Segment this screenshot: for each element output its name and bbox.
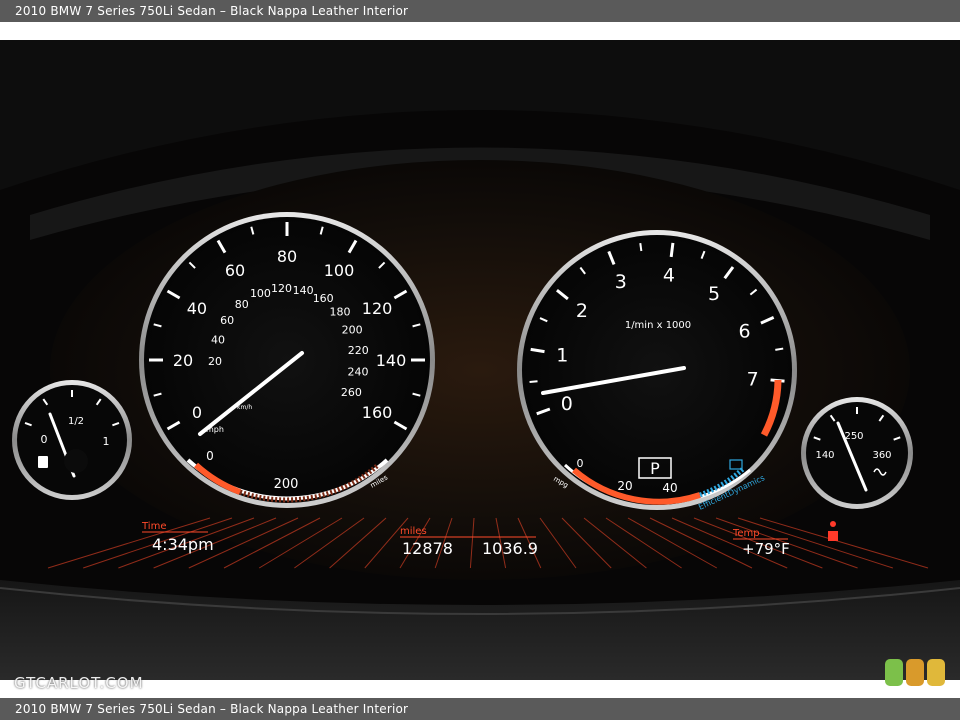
fuel-pump-icon — [38, 456, 48, 468]
trip-value: 1036.9 — [482, 539, 538, 558]
fuel-label-empty: 0 — [41, 433, 48, 446]
kmh-label: 100 — [250, 287, 271, 300]
mph-label: 0 — [192, 403, 202, 422]
mpg-label-20: 20 — [617, 479, 632, 493]
tach-label: 0 — [561, 393, 573, 415]
tach-label: 7 — [747, 368, 759, 390]
tach-label: 4 — [663, 265, 675, 287]
fuel-label-half: 1/2 — [68, 416, 84, 427]
time-value: 4:34pm — [152, 535, 214, 554]
time-label: Time — [141, 521, 166, 532]
tach-label: 3 — [615, 271, 627, 293]
kmh-label: 140 — [293, 284, 314, 297]
rating-badge — [885, 659, 945, 689]
kmh-label: 200 — [342, 323, 363, 336]
mph-label: 100 — [324, 261, 355, 280]
kmh-label: 160 — [313, 292, 334, 305]
kmh-label: 180 — [330, 305, 351, 318]
watermark-logo: GTCARLOT.COM — [14, 674, 144, 692]
range-label-200: 200 — [274, 477, 299, 492]
kmh-label: 80 — [235, 298, 249, 311]
rating-light-yellow — [927, 659, 945, 686]
speedometer: 020406080100120140160 20406080100 120 1401… — [139, 212, 435, 508]
temp-label: Temp — [732, 528, 760, 539]
tach-tick — [775, 347, 784, 351]
instrument-cluster-photo: 0 20 40 60 80 100 120 140 160 20 40 60 80 100 120 140 1… — [0, 40, 960, 680]
kmh-label: 60 — [220, 314, 234, 327]
mph-label: 140 — [376, 351, 407, 370]
oil-label-140: 140 — [815, 450, 834, 461]
mph-label: 160 — [362, 403, 393, 422]
tach-label: 6 — [738, 321, 750, 343]
kmh-label: 260 — [341, 386, 362, 399]
gear-indicator: P — [650, 459, 660, 478]
tach-tick — [529, 380, 538, 383]
kmh-label: 240 — [348, 366, 369, 379]
mph-label: 120 — [362, 299, 393, 318]
miles-label: miles — [400, 526, 427, 537]
kmh-label: 40 — [211, 333, 225, 346]
kmh-label: 20 — [208, 355, 222, 368]
fuel-gauge-face — [17, 385, 127, 495]
rating-light-green — [885, 659, 903, 686]
tach-label: 5 — [708, 283, 720, 305]
mph-label: 60 — [225, 261, 245, 280]
tach-tick — [669, 242, 675, 258]
oil-label-250: 250 — [844, 431, 863, 442]
tach-tick — [639, 242, 643, 252]
tach-label: 1 — [556, 345, 568, 367]
range-label-0: 0 — [206, 449, 214, 463]
kmh-label: 220 — [348, 344, 369, 357]
mpg-label-40: 40 — [662, 481, 677, 495]
caption-bottom: 2010 BMW 7 Series 750Li Sedan – Black Na… — [0, 698, 960, 720]
fuel-gauge: 0 1/2 1 — [12, 380, 132, 500]
rating-light-orange — [906, 659, 924, 686]
odometer-value: 12878 — [402, 539, 453, 558]
caption-top: 2010 BMW 7 Series 750Li Sedan – Black Na… — [0, 0, 960, 22]
oil-temp-gauge: 140 250 360 — [801, 397, 913, 509]
kmh-label: 120 — [271, 282, 292, 295]
tach-label: 2 — [576, 300, 588, 322]
mph-label: 80 — [277, 247, 297, 266]
mpg-label-0: 0 — [577, 457, 584, 470]
tachometer-unit: 1/min x 1000 — [625, 320, 691, 331]
tachometer: 0123 4567 1/min x 1000 P 0 20 40 mpg Effi… — [517, 230, 797, 512]
oil-label-360: 360 — [872, 450, 891, 461]
mph-label: 40 — [187, 299, 207, 318]
temp-value: +79°F — [742, 540, 790, 558]
mph-label: 20 — [173, 351, 193, 370]
fuel-label-full: 1 — [103, 435, 110, 448]
fuel-needle-hub — [64, 449, 88, 473]
